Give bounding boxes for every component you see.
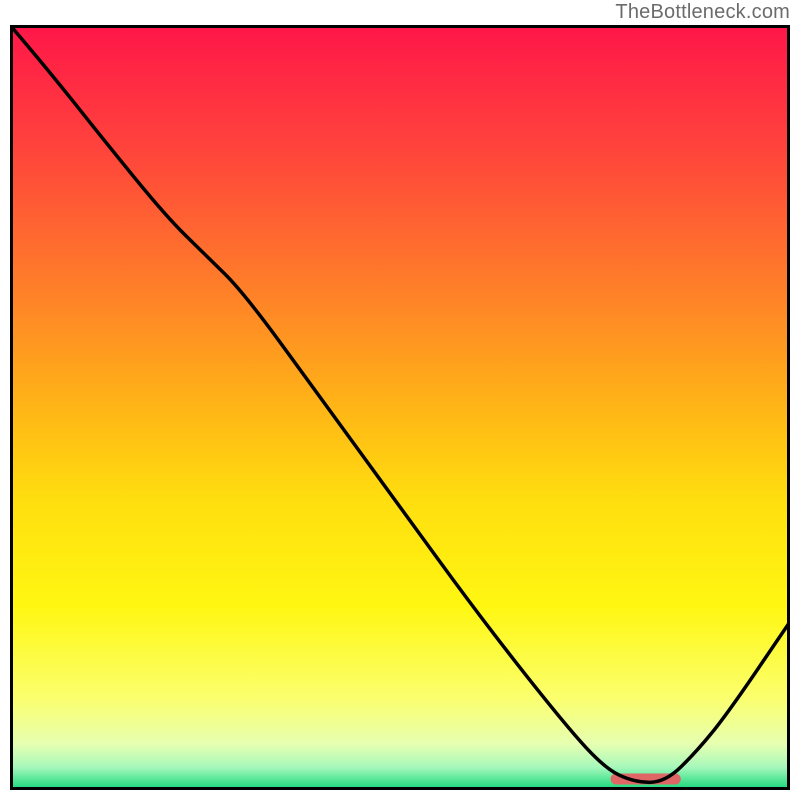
attribution-text: TheBottleneck.com <box>615 1 790 24</box>
plot-area <box>10 25 790 790</box>
bottleneck-chart <box>10 25 790 790</box>
gradient-background <box>10 25 790 790</box>
